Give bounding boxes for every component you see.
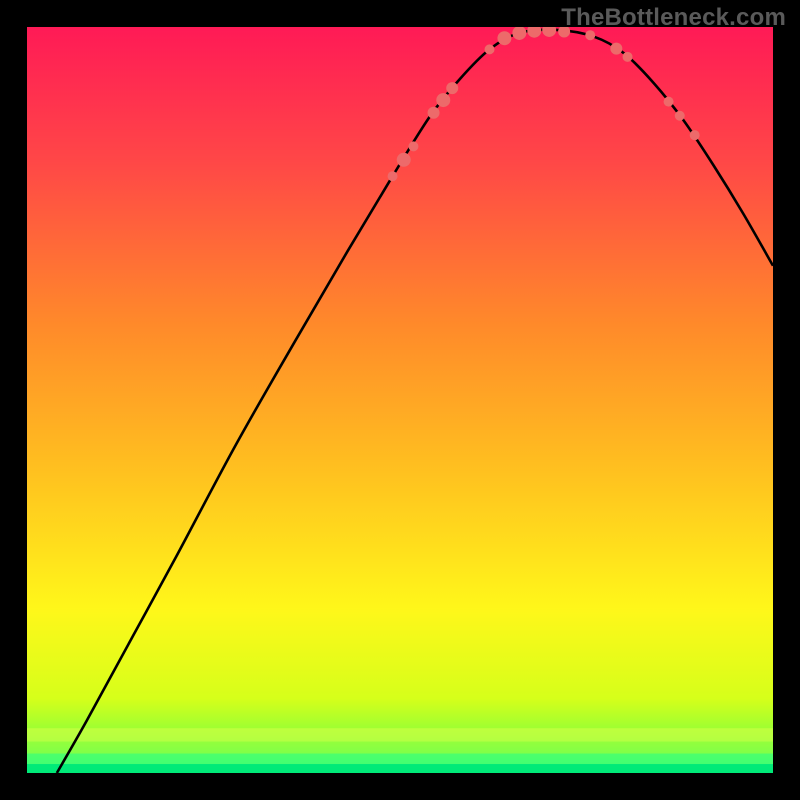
- data-point: [408, 141, 418, 151]
- data-point: [690, 130, 700, 140]
- data-point: [542, 27, 556, 37]
- data-point: [485, 44, 495, 54]
- dots-layer: [27, 27, 773, 773]
- watermark-text: TheBottleneck.com: [561, 4, 786, 32]
- data-point: [436, 93, 450, 107]
- data-point: [397, 153, 411, 167]
- data-point: [512, 27, 526, 40]
- data-point: [664, 97, 674, 107]
- chart-frame: TheBottleneck.com: [0, 0, 800, 800]
- plot-area: [27, 27, 773, 773]
- data-point: [388, 171, 398, 181]
- data-point: [428, 107, 440, 119]
- data-point: [527, 27, 541, 38]
- data-point: [497, 31, 511, 45]
- data-point: [675, 111, 685, 121]
- data-point: [623, 52, 633, 62]
- data-point: [446, 82, 458, 94]
- data-point: [610, 43, 622, 55]
